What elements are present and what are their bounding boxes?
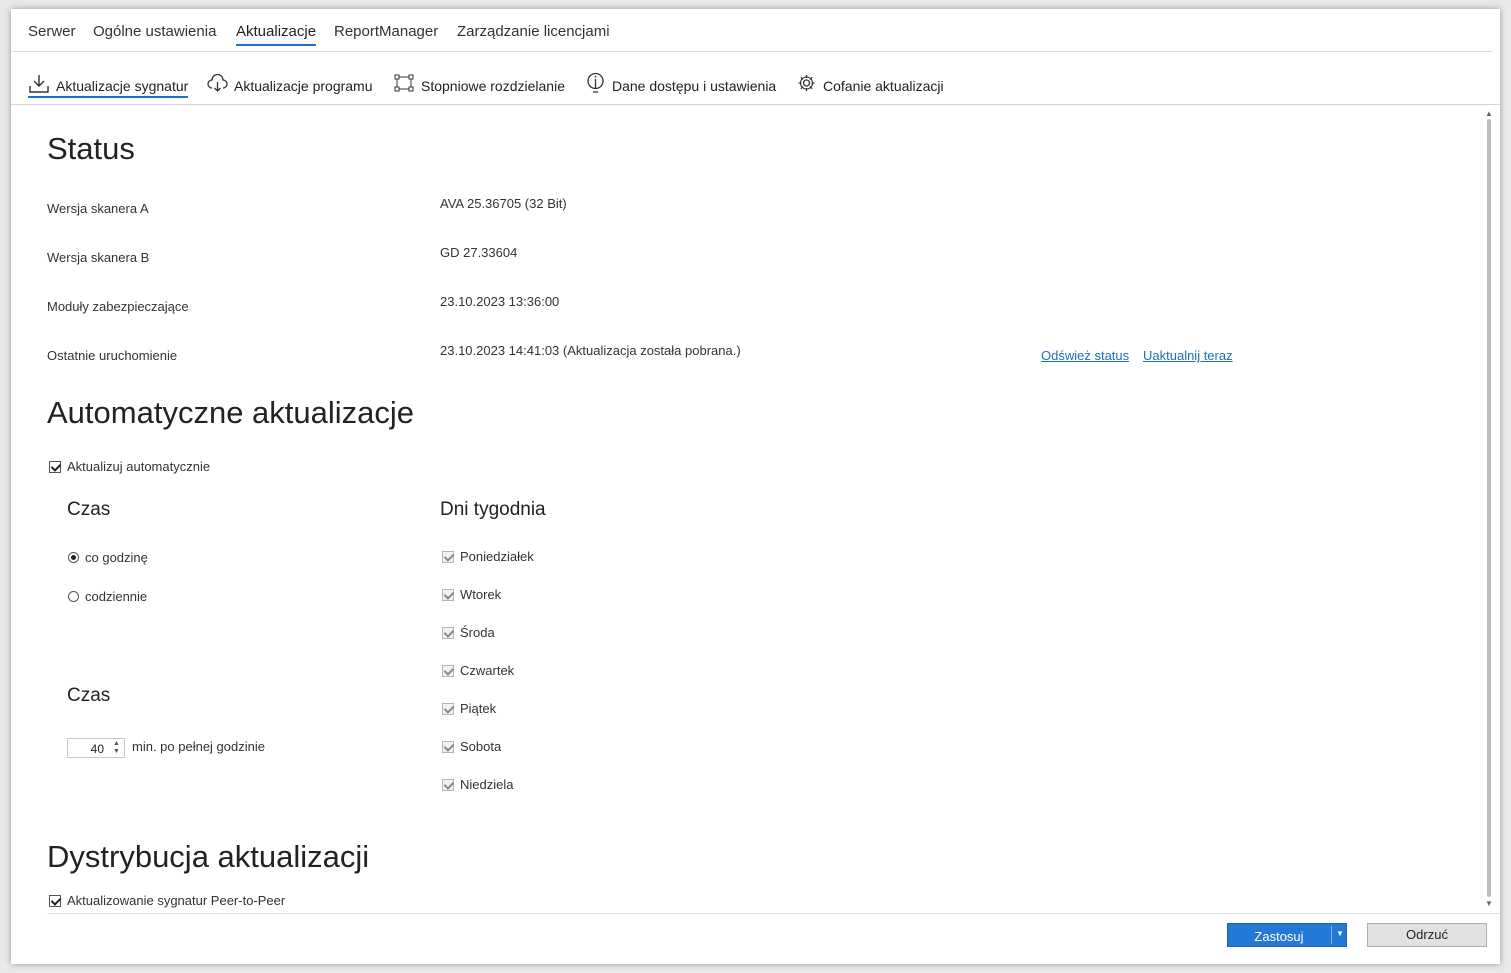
- auto-updates-heading: Automatyczne aktualizacje: [47, 395, 415, 430]
- scroll-up-icon[interactable]: ▲: [1485, 109, 1493, 118]
- scroll-down-icon[interactable]: ▼: [1485, 899, 1493, 908]
- subtab-label: Cofanie aktualizacji: [823, 78, 944, 94]
- scanner-b-label: Wersja skanera B: [47, 250, 150, 265]
- tab-serwer[interactable]: Serwer: [28, 23, 76, 44]
- subtab-label: Aktualizacje programu: [234, 78, 373, 94]
- vertical-scrollbar[interactable]: ▲ ▼: [1485, 109, 1493, 909]
- checkbox-box[interactable]: [442, 550, 454, 563]
- tab-updates[interactable]: Aktualizacje: [236, 23, 317, 46]
- subtab-label: Aktualizacje sygnatur: [56, 78, 189, 94]
- daily-radio[interactable]: codziennie: [68, 589, 147, 604]
- radio-circle[interactable]: [68, 591, 79, 602]
- tab-general-settings[interactable]: Ogólne ustawienia: [93, 23, 216, 44]
- day-monday-checkbox[interactable]: Poniedziałek: [442, 549, 534, 564]
- info-icon: [587, 72, 604, 93]
- checkbox-label: Aktualizowanie sygnatur Peer-to-Peer: [67, 893, 286, 908]
- gear-icon: [798, 75, 815, 91]
- last-run-value: 23.10.2023 14:41:03 (Aktualizacja został…: [440, 343, 741, 358]
- subtab-program-updates[interactable]: Aktualizacje programu: [207, 66, 373, 94]
- scanner-a-label: Wersja skanera A: [47, 201, 149, 216]
- auto-update-checkbox[interactable]: Aktualizuj automatycznie: [49, 459, 210, 474]
- radio-label: codziennie: [85, 589, 148, 604]
- checkbox-box[interactable]: [442, 626, 454, 639]
- checkbox-box[interactable]: [442, 702, 454, 715]
- time-heading-2: Czas: [67, 685, 111, 706]
- scroll-thumb[interactable]: [1487, 119, 1491, 897]
- day-saturday-checkbox[interactable]: Sobota: [442, 739, 501, 754]
- day-wednesday-checkbox[interactable]: Środa: [442, 625, 495, 640]
- day-sunday-checkbox[interactable]: Niedziela: [442, 777, 513, 792]
- cloud-download-icon: [207, 74, 228, 92]
- checkbox-label: Niedziela: [460, 777, 514, 792]
- split-divider: [1331, 926, 1332, 944]
- checkbox-box[interactable]: [442, 778, 454, 791]
- update-subtabs: Aktualizacje sygnatur Aktualizacje progr…: [11, 61, 1500, 101]
- hourly-radio[interactable]: co godzinę: [68, 550, 148, 565]
- stepper-down-icon[interactable]: ▼: [112, 748, 121, 756]
- checkbox-label: Poniedziałek: [460, 549, 534, 564]
- p2p-checkbox[interactable]: Aktualizowanie sygnatur Peer-to-Peer: [49, 893, 285, 908]
- tabs-divider: [11, 51, 1492, 52]
- day-thursday-checkbox[interactable]: Czwartek: [442, 663, 514, 678]
- scanner-a-value: AVA 25.36705 (32 Bit): [440, 196, 567, 211]
- minutes-stepper[interactable]: 40 ▲ ▼: [67, 738, 125, 758]
- discard-button[interactable]: Odrzuć: [1367, 923, 1487, 947]
- checkbox-label: Środa: [460, 625, 495, 640]
- last-run-label: Ostatnie uruchomienie: [47, 348, 178, 363]
- checkbox-box[interactable]: [442, 664, 454, 677]
- distribution-heading: Dystrybucja aktualizacji: [47, 839, 370, 874]
- checkbox-box[interactable]: [49, 894, 61, 907]
- scanner-b-value: GD 27.33604: [440, 245, 518, 260]
- checkbox-box[interactable]: [442, 588, 454, 601]
- radio-circle[interactable]: [68, 552, 79, 563]
- download-icon: [29, 75, 49, 93]
- checkbox-label: Wtorek: [460, 587, 502, 602]
- distribution-icon: [394, 74, 414, 92]
- day-tuesday-checkbox[interactable]: Wtorek: [442, 587, 501, 602]
- subtab-rollback-updates[interactable]: Cofanie aktualizacji: [796, 66, 944, 94]
- settings-window: Serwer Ogólne ustawienia Aktualizacje Re…: [11, 9, 1500, 964]
- signature-updates-panel: Status Wersja skanera A AVA 25.36705 (32…: [11, 105, 1500, 913]
- refresh-status-link[interactable]: Odśwież status: [1041, 348, 1129, 363]
- checkbox-box[interactable]: [442, 740, 454, 753]
- checkbox-box[interactable]: [49, 460, 61, 473]
- tab-reportmanager[interactable]: ReportManager: [334, 23, 438, 44]
- security-modules-label: Moduły zabezpieczające: [47, 299, 189, 314]
- weekdays-heading: Dni tygodnia: [440, 499, 546, 520]
- checkbox-label: Czwartek: [460, 663, 515, 678]
- radio-label: co godzinę: [85, 550, 148, 565]
- minutes-value: 40: [90, 742, 104, 756]
- subtab-signature-updates[interactable]: Aktualizacje sygnatur: [28, 66, 189, 98]
- status-heading: Status: [47, 131, 135, 166]
- checkbox-label: Sobota: [460, 739, 502, 754]
- chevron-down-icon[interactable]: ▼: [1336, 929, 1344, 938]
- minutes-suffix: min. po pełnej godzinie: [132, 739, 265, 754]
- time-heading: Czas: [67, 499, 111, 520]
- checkbox-label: Aktualizuj automatycznie: [67, 459, 211, 474]
- apply-label: Zastosuj: [1254, 929, 1304, 944]
- day-friday-checkbox[interactable]: Piątek: [442, 701, 496, 716]
- checkbox-label: Piątek: [460, 701, 497, 716]
- apply-button[interactable]: Zastosuj ▼: [1227, 923, 1347, 947]
- subtab-access-data-settings[interactable]: Dane dostępu i ustawienia: [585, 66, 776, 94]
- tab-license-management[interactable]: Zarządzanie licencjami: [457, 23, 610, 44]
- subtab-label: Stopniowe rozdzielanie: [421, 78, 565, 94]
- subtab-label: Dane dostępu i ustawienia: [612, 78, 777, 94]
- stepper-up-icon[interactable]: ▲: [112, 740, 121, 748]
- footer-divider: [47, 913, 1500, 914]
- subtab-gradual-distribution[interactable]: Stopniowe rozdzielanie: [394, 66, 565, 94]
- update-now-link[interactable]: Uaktualnij teraz: [1143, 348, 1233, 363]
- security-modules-value: 23.10.2023 13:36:00: [440, 294, 560, 309]
